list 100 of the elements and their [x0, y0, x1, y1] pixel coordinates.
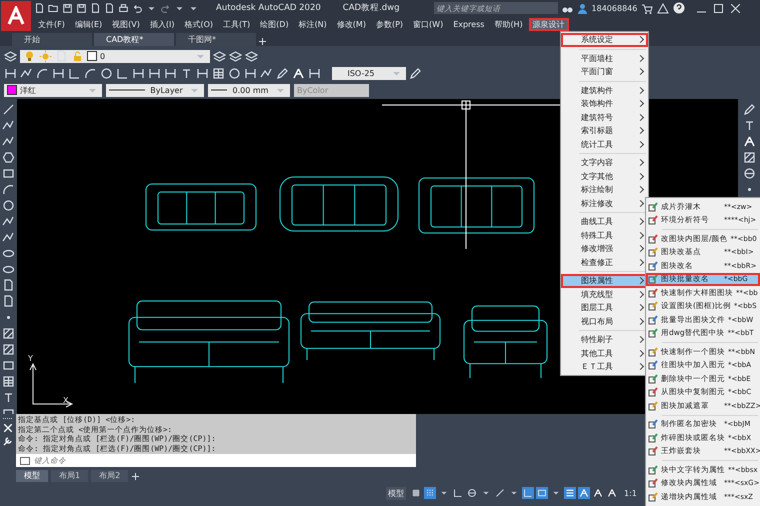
menu-item[interactable]: 文字其他 — [561, 170, 648, 183]
grid-icon[interactable] — [411, 488, 421, 498]
color-dropdown[interactable]: 洋红 — [4, 84, 102, 96]
user-icon[interactable] — [576, 2, 588, 14]
page-icon[interactable] — [34, 2, 45, 14]
hatch-icon[interactable] — [2, 343, 15, 356]
menu-item[interactable]: 曲线工具 — [561, 215, 648, 228]
dimension-icon[interactable] — [244, 66, 257, 80]
dimension-icon[interactable] — [148, 66, 161, 80]
menu-item[interactable]: 文件(F) — [34, 18, 69, 30]
arc-icon[interactable] — [2, 183, 15, 196]
user-name[interactable]: 184068846 — [592, 4, 638, 12]
menu-item[interactable]: 特性刷子 — [561, 333, 648, 346]
line-icon[interactable] — [2, 103, 15, 116]
annotation-icon[interactable] — [292, 66, 305, 80]
grip-icon[interactable] — [3, 417, 13, 420]
menu-item[interactable]: 建筑符号 — [561, 110, 648, 124]
annotation-icon[interactable] — [607, 488, 617, 498]
dimension-icon[interactable] — [52, 66, 65, 80]
menu-item[interactable]: 装饰构件 — [561, 97, 648, 110]
dimension-icon[interactable] — [164, 66, 177, 80]
circle-icon[interactable] — [100, 66, 113, 80]
document-tab[interactable]: 开始 — [12, 33, 92, 46]
plus-icon[interactable] — [258, 37, 267, 46]
dimension-icon[interactable] — [132, 66, 145, 80]
menu-item[interactable]: 图层工具 — [561, 301, 648, 314]
menu-item[interactable]: 修改(M) — [332, 18, 370, 30]
app-logo[interactable] — [1, 1, 31, 31]
menu-item[interactable]: 特殊工具 — [561, 228, 648, 242]
menu-item[interactable]: 图块属性 — [561, 274, 648, 288]
dimension-icon[interactable] — [4, 66, 17, 80]
polyline-icon[interactable] — [2, 231, 15, 244]
wrench-icon[interactable] — [3, 436, 13, 446]
menu-item[interactable]: 视口布局 — [561, 314, 648, 328]
menu-item[interactable]: 格式(O) — [180, 18, 218, 30]
lineweight-dropdown[interactable]: 0.00 mm — [208, 84, 290, 96]
polyline-icon[interactable] — [2, 135, 15, 148]
dimension-icon[interactable] — [196, 66, 209, 80]
menu-item[interactable]: 统计工具 — [561, 138, 648, 151]
orbit-icon[interactable] — [742, 167, 756, 180]
close-icon[interactable] — [731, 4, 740, 12]
annotation-icon[interactable] — [593, 488, 603, 498]
dots-icon[interactable] — [425, 488, 435, 498]
hatch-icon[interactable] — [2, 327, 15, 340]
triangle-icon[interactable] — [657, 2, 670, 14]
menu-item[interactable]: 检查修正 — [561, 256, 648, 269]
ellipse-icon[interactable] — [2, 247, 15, 260]
folder-icon[interactable] — [48, 2, 59, 14]
menu-item[interactable]: 窗口(W) — [409, 18, 448, 30]
plus-icon[interactable] — [131, 472, 140, 480]
angle-icon[interactable] — [116, 66, 129, 80]
menu-item[interactable]: 插入(I) — [146, 18, 178, 30]
hatch-icon[interactable] — [742, 151, 756, 164]
model-space-button[interactable]: 模型 — [386, 486, 406, 500]
menu-item[interactable]: 编辑(E) — [70, 18, 106, 30]
layers-icon[interactable] — [229, 50, 242, 62]
layout-tab[interactable]: 模型 — [16, 470, 48, 482]
layers-icon[interactable] — [245, 50, 258, 62]
scale-button[interactable]: 1:1 — [624, 488, 637, 498]
linetype-dropdown[interactable]: ByLayer — [106, 84, 204, 96]
help-icon[interactable] — [673, 2, 686, 14]
annotation-icon[interactable] — [742, 135, 756, 148]
menu-item[interactable]: 填充线型 — [561, 288, 648, 301]
menu-item[interactable]: 标注绘制 — [561, 183, 648, 196]
menu-item[interactable]: 源泉设计 — [528, 18, 569, 30]
dimension-icon[interactable] — [308, 66, 321, 80]
printer-icon[interactable] — [118, 2, 129, 14]
close-icon[interactable] — [4, 424, 12, 432]
layers-icon[interactable] — [4, 50, 17, 62]
menu-item[interactable]: 标注修改 — [561, 196, 648, 210]
cart-icon[interactable] — [641, 2, 654, 14]
text-icon[interactable] — [180, 66, 193, 80]
line-icon[interactable] — [495, 488, 505, 498]
prompt-icon[interactable] — [20, 456, 30, 464]
menu-item[interactable]: 系统设定 — [561, 33, 648, 46]
menu-item[interactable]: 建筑构件 — [561, 84, 648, 97]
polyline-icon[interactable] — [260, 66, 273, 80]
table-icon[interactable] — [2, 375, 15, 388]
menu-item[interactable]: 平面墙柱 — [561, 52, 648, 65]
document-tab[interactable]: 千图网* — [176, 33, 256, 46]
menu-item[interactable]: 文字内容 — [561, 156, 648, 170]
page-icon[interactable] — [2, 295, 15, 308]
ellipse-icon[interactable] — [2, 263, 15, 276]
pencil-icon[interactable] — [742, 103, 756, 116]
hexagon-icon[interactable] — [2, 151, 15, 164]
menu-item[interactable]: 工具(T) — [219, 18, 254, 30]
menu-item[interactable]: 修改增强 — [561, 242, 648, 256]
dimension-style-dropdown[interactable]: ISO-25 — [332, 66, 406, 80]
redo-icon[interactable] — [160, 2, 171, 14]
menu-item[interactable]: 标注(N) — [294, 18, 331, 30]
menu-item[interactable]: 绘图(D) — [256, 18, 293, 30]
page-icon[interactable] — [90, 2, 101, 14]
page-icon[interactable] — [2, 279, 15, 292]
menu-item[interactable]: ＥＴ工具 — [561, 360, 648, 374]
maximize-icon[interactable] — [714, 4, 724, 12]
arc-icon[interactable] — [36, 66, 49, 80]
pencil-icon[interactable] — [276, 66, 289, 80]
layout-tab[interactable]: 布局1 — [51, 470, 88, 482]
polyline-icon[interactable] — [2, 215, 15, 228]
layer-dropdown[interactable]: 0 — [20, 50, 210, 62]
